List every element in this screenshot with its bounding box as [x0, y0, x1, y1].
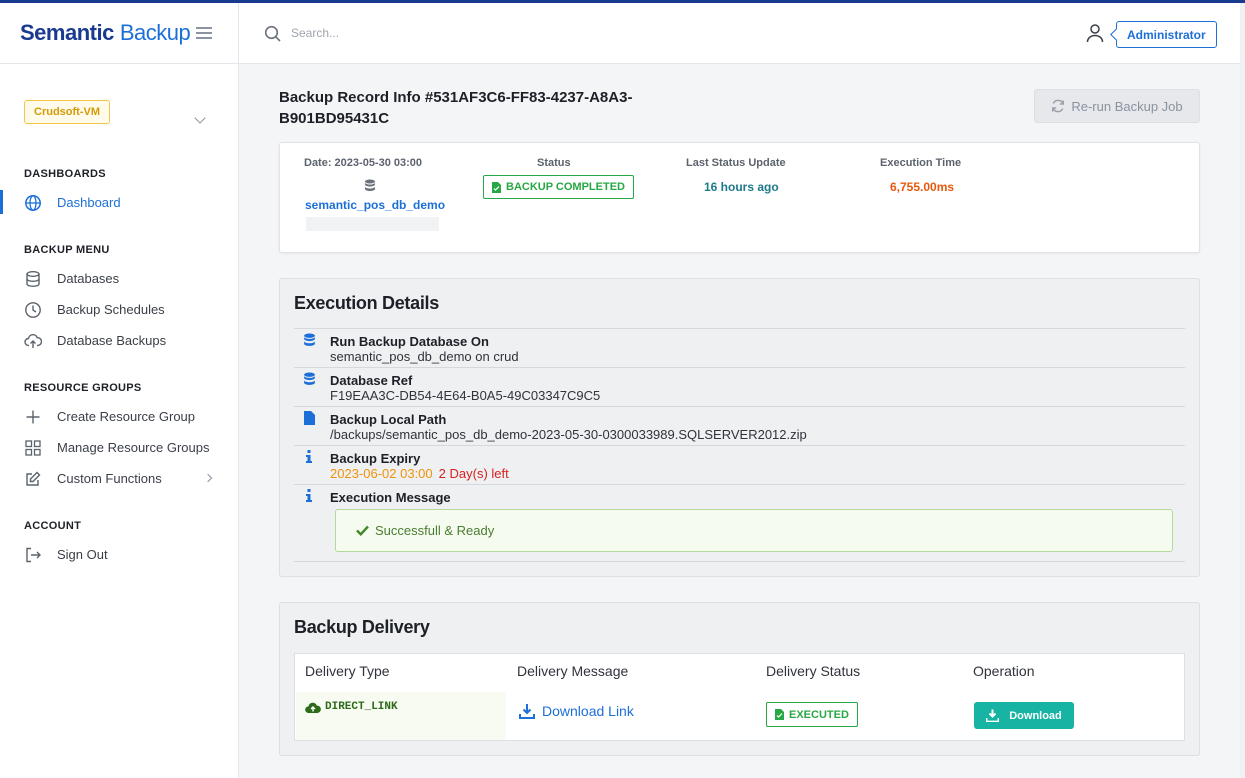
sidebar-item-label: Create Resource Group [57, 408, 196, 424]
column-header: Delivery Status [766, 663, 861, 679]
rerun-label: Re-run Backup Job [1071, 98, 1183, 114]
top-header: Administrator [239, 3, 1245, 64]
expiry-date: 2023-06-02 03:00 [330, 466, 433, 481]
database-icon [26, 271, 40, 288]
section-backup-menu: BACKUP MENU [24, 244, 110, 256]
clock-icon [25, 302, 41, 318]
download-icon [986, 709, 1000, 722]
download-icon [519, 704, 535, 719]
last-update-value: 16 hours ago [704, 180, 779, 194]
db-ref-value: F19EAA3C-DB54-4E64-B0A5-49C03347C9C5 [330, 388, 601, 403]
expiry-value: 2023-06-02 03:00 2 Day(s) left [330, 466, 509, 481]
sidebar-item-label: Database Backups [57, 332, 167, 348]
search-input[interactable] [291, 21, 591, 45]
scrollbar[interactable] [1240, 3, 1245, 778]
delivery-status-badge: EXECUTED [766, 702, 858, 727]
execution-details-title: Execution Details [294, 293, 439, 313]
check-icon [356, 525, 369, 536]
run-on-label: Run Backup Database On [330, 334, 489, 349]
sidebar-item-backup-schedules[interactable]: Backup Schedules [0, 295, 238, 323]
detail-row-db-ref: Database Ref F19EAA3C-DB54-4E64-B0A5-49C… [294, 367, 1185, 406]
column-header: Delivery Type [305, 663, 390, 679]
user-name: Administrator [1127, 27, 1206, 42]
sidebar-item-sign-out[interactable]: Sign Out [0, 540, 238, 568]
download-button-label: Download [1009, 709, 1062, 722]
user-menu-button[interactable]: Administrator [1116, 21, 1217, 48]
detail-row-run-on: Run Backup Database On semantic_pos_db_d… [294, 328, 1185, 367]
column-header: Operation [973, 663, 1035, 679]
sidebar-item-label: Databases [57, 270, 120, 286]
exec-time-label: Execution Time [880, 157, 962, 169]
vm-selector[interactable]: Crudsoft-VM [24, 100, 110, 124]
sidebar-item-label: Dashboard [57, 194, 121, 210]
exec-time-value: 6,755.00ms [890, 180, 955, 194]
user-icon[interactable] [1086, 23, 1104, 43]
section-dashboards: DASHBOARDS [24, 168, 106, 180]
sidebar-item-manage-resource-groups[interactable]: Manage Resource Groups [0, 433, 238, 461]
info-icon [306, 450, 312, 463]
message-label: Execution Message [330, 490, 451, 505]
detail-row-expiry: Backup Expiry 2023-06-02 03:00 2 Day(s) l… [294, 445, 1185, 484]
info-icon [306, 489, 312, 502]
status-badge: BACKUP COMPLETED [483, 175, 634, 199]
sidebar-item-custom-functions[interactable]: Custom Functions [0, 464, 238, 492]
search-icon [264, 25, 281, 42]
status-label: Status [537, 157, 571, 169]
local-path-value: /backups/semantic_pos_db_demo-2023-05-30… [330, 427, 807, 442]
local-path-label: Backup Local Path [330, 412, 447, 427]
run-on-value: semantic_pos_db_demo on crud [330, 349, 519, 364]
grid-icon [25, 440, 41, 456]
page-title: Backup Record Info #531AF3C6-FF83-4237-A… [279, 89, 633, 127]
sidebar-item-create-resource-group[interactable]: Create Resource Group [0, 402, 238, 430]
section-account: ACCOUNT [24, 520, 82, 532]
backup-delivery-title: Backup Delivery [294, 617, 430, 637]
chevron-right-icon [203, 473, 213, 483]
delivery-status-text: EXECUTED [789, 708, 849, 721]
sidebar-item-databases[interactable]: Databases [0, 264, 238, 292]
cloud-upload-icon [24, 334, 42, 348]
rerun-backup-button[interactable]: Re-run Backup Job [1034, 89, 1200, 123]
section-resource-groups: RESOURCE GROUPS [24, 382, 142, 394]
delivery-type-cell: DIRECT_LINK [296, 692, 506, 740]
expiry-label: Backup Expiry [330, 451, 421, 466]
database-icon [304, 372, 315, 385]
detail-row-local-path: Backup Local Path /backups/semantic_pos_… [294, 406, 1185, 445]
edit-icon [26, 471, 41, 486]
database-icon [365, 179, 375, 191]
column-header: Delivery Message [517, 663, 629, 679]
file-icon [492, 181, 501, 193]
plus-icon [26, 410, 40, 424]
delivery-type: DIRECT_LINK [325, 701, 398, 713]
brand-part2: Backup [119, 20, 191, 45]
success-message: Successfull & Ready [375, 523, 495, 538]
file-icon [304, 411, 315, 425]
cloud-upload-icon [305, 702, 321, 713]
file-icon [775, 709, 784, 720]
sidebar-item-database-backups[interactable]: Database Backups [0, 326, 238, 354]
expiry-left: 2 Day(s) left [438, 466, 509, 481]
sidebar-item-label: Backup Schedules [57, 301, 165, 317]
database-link[interactable]: semantic_pos_db_demo [305, 198, 445, 212]
brand-part1: Semantic [20, 20, 114, 45]
refresh-icon [1052, 99, 1065, 113]
date-label: Date: 2023-05-30 03:00 [304, 157, 423, 169]
database-icon [304, 333, 315, 346]
download-link-text: Download Link [542, 703, 634, 719]
sidebar-item-dashboard[interactable]: Dashboard [0, 188, 238, 216]
download-link[interactable]: Download Link [519, 703, 634, 719]
menu-toggle-icon[interactable] [196, 27, 213, 39]
last-update-label: Last Status Update [686, 157, 786, 169]
status-badge-text: BACKUP COMPLETED [506, 181, 625, 193]
db-ref-label: Database Ref [330, 373, 413, 388]
sidebar-item-label: Sign Out [57, 546, 108, 562]
success-alert: Successfull & Ready [335, 509, 1173, 552]
sidebar-item-label: Custom Functions [57, 470, 162, 486]
download-button[interactable]: Download [974, 702, 1074, 729]
globe-icon [25, 195, 41, 211]
sign-out-icon [26, 547, 41, 563]
sidebar-item-label: Manage Resource Groups [57, 439, 210, 455]
brand-logo[interactable]: Semantic Backup [0, 3, 238, 64]
placeholder-bar [306, 217, 439, 231]
